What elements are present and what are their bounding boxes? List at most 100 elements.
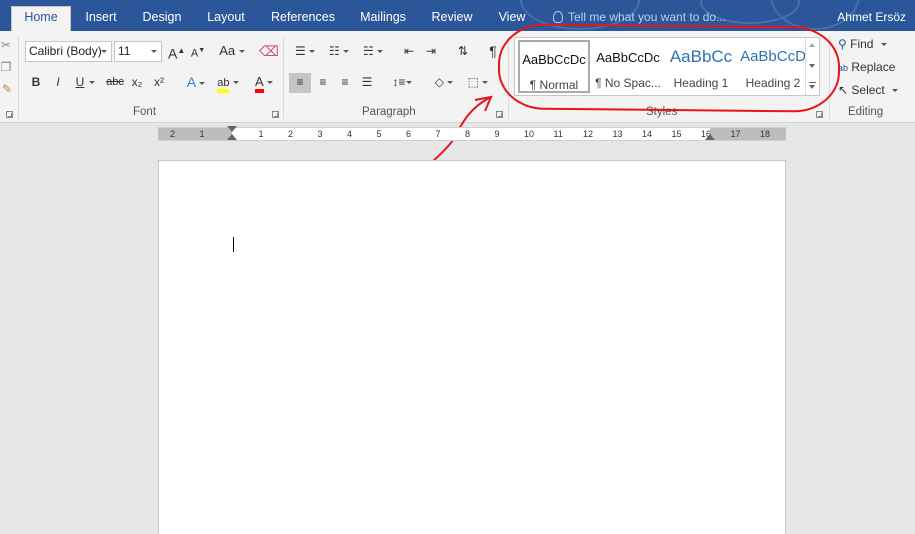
superscript-button[interactable]: x²: [150, 73, 168, 93]
chevron-down-icon: [309, 50, 316, 53]
bullets-button[interactable]: ☰: [290, 42, 320, 62]
shrink-font-button[interactable]: A▼: [190, 42, 206, 62]
chevron-down-icon: [405, 81, 412, 84]
indent-marker-icon[interactable]: [227, 126, 237, 132]
line-spacing-button[interactable]: ↕≡: [388, 73, 416, 93]
tab-home[interactable]: Home: [11, 6, 71, 31]
increase-indent-button[interactable]: ⇥: [422, 42, 440, 62]
styles-dialog-launcher[interactable]: [816, 111, 823, 118]
multilevel-list-icon: ☵: [362, 44, 374, 58]
editing-group-label: Editing: [848, 106, 884, 118]
tab-review[interactable]: Review: [427, 7, 477, 31]
bullets-icon: ☰: [294, 44, 306, 58]
strikethrough-button[interactable]: abc: [104, 73, 126, 93]
text-effects-button[interactable]: A: [182, 73, 210, 93]
change-case-button[interactable]: Aa: [217, 42, 247, 62]
copy-icon[interactable]: ❐: [0, 58, 12, 78]
right-indent-icon[interactable]: [705, 134, 715, 140]
ruler-number: 10: [524, 129, 535, 139]
ruler-number: 12: [583, 129, 594, 139]
borders-button[interactable]: ⬚: [464, 73, 492, 93]
justify-button[interactable]: ☰: [357, 73, 377, 93]
ruler-number: 13: [612, 129, 623, 139]
find-button[interactable]: ⚲ Find: [838, 35, 898, 55]
hanging-indent-icon[interactable]: [227, 134, 237, 140]
font-family-select[interactable]: Calibri (Body): [25, 41, 112, 62]
ruler-number: 6: [406, 129, 412, 139]
numbering-button[interactable]: ☷: [324, 42, 354, 62]
ruler-number: 8: [465, 129, 471, 139]
font-size-select[interactable]: 11: [114, 41, 162, 62]
font-color-button[interactable]: A: [250, 73, 278, 93]
replace-button[interactable]: ab Replace: [838, 58, 908, 78]
horizontal-ruler[interactable]: 2 1 1 2 3 4 5 6 7 8 9 10 11 12 13 14 15 16 17 18: [158, 126, 786, 141]
decrease-indent-button[interactable]: ⇤: [400, 42, 418, 62]
align-right-icon: ≡: [341, 75, 349, 89]
bold-button[interactable]: B: [27, 73, 45, 93]
italic-button[interactable]: I: [49, 73, 67, 93]
highlight-button[interactable]: ab: [213, 73, 243, 93]
chevron-down-icon: [482, 81, 489, 84]
group-separator: [18, 37, 19, 119]
ruler-number: 1: [258, 129, 264, 139]
chevron-down-icon: [880, 43, 887, 46]
ruler-number: 11: [553, 129, 563, 139]
ruler-number: 18: [760, 129, 771, 139]
ruler-number: 15: [671, 129, 682, 139]
tab-insert[interactable]: Insert: [79, 7, 123, 31]
text-cursor: [233, 237, 234, 252]
chevron-down-icon: [267, 81, 273, 84]
ruler-number: 1: [199, 129, 205, 139]
group-separator: [283, 37, 284, 119]
ruler-number: 3: [317, 129, 323, 139]
line-spacing-icon: ↕≡: [392, 75, 406, 89]
chevron-down-icon: [232, 81, 239, 84]
sort-icon: ⇅: [457, 44, 469, 58]
align-center-icon: ≡: [319, 75, 327, 89]
align-center-button[interactable]: ≡: [313, 73, 333, 93]
align-left-icon: ≡: [296, 75, 304, 89]
multilevel-list-button[interactable]: ☵: [358, 42, 388, 62]
cut-icon[interactable]: ✂: [0, 36, 12, 56]
shading-button[interactable]: ◇: [430, 73, 458, 93]
shading-icon: ◇: [434, 75, 444, 89]
format-painter-icon[interactable]: ✎: [0, 80, 14, 100]
align-right-button[interactable]: ≡: [335, 73, 355, 93]
ruler-number: 17: [730, 129, 741, 139]
tab-references[interactable]: References: [265, 7, 341, 31]
select-button[interactable]: ↖ Select: [838, 81, 908, 101]
font-size-value: 11: [118, 44, 131, 58]
tell-me-box[interactable]: Tell me what you want to do...: [553, 10, 726, 24]
chevron-down-icon: [101, 50, 107, 53]
user-name[interactable]: Ahmet Ersöz: [837, 10, 906, 24]
ruler-number: 2: [288, 129, 294, 139]
tell-me-text: Tell me what you want to do...: [568, 10, 727, 24]
highlight-icon: ab: [217, 77, 230, 93]
chevron-down-icon: [377, 50, 384, 53]
find-label: Find: [850, 37, 874, 51]
underline-dropdown[interactable]: [88, 73, 96, 93]
search-icon: ⚲: [838, 37, 847, 51]
chevron-down-icon: [892, 89, 899, 92]
subscript-button[interactable]: x₂: [128, 73, 146, 93]
sort-button[interactable]: ⇅: [454, 42, 472, 62]
tab-layout[interactable]: Layout: [201, 7, 251, 31]
clear-formatting-button[interactable]: ⌫: [259, 42, 279, 62]
tab-mailings[interactable]: Mailings: [355, 7, 411, 31]
ruler-number: 9: [494, 129, 500, 139]
document-page[interactable]: [158, 160, 786, 534]
cursor-arrow-icon: ↖: [838, 83, 849, 97]
font-dialog-launcher[interactable]: [272, 111, 279, 118]
ruler-number: 14: [642, 129, 653, 139]
underline-button[interactable]: U: [71, 73, 89, 93]
grow-font-icon: A: [168, 45, 178, 62]
justify-icon: ☰: [361, 75, 373, 89]
tab-design[interactable]: Design: [137, 7, 187, 31]
font-color-icon: A: [254, 74, 264, 93]
grow-font-button[interactable]: A▲: [168, 42, 185, 62]
decrease-indent-icon: ⇤: [403, 44, 415, 58]
align-left-button[interactable]: ≡: [289, 73, 311, 93]
clipboard-dialog-launcher[interactable]: [6, 111, 13, 118]
text-effects-icon: A: [186, 74, 196, 90]
chevron-down-icon: [151, 50, 157, 53]
